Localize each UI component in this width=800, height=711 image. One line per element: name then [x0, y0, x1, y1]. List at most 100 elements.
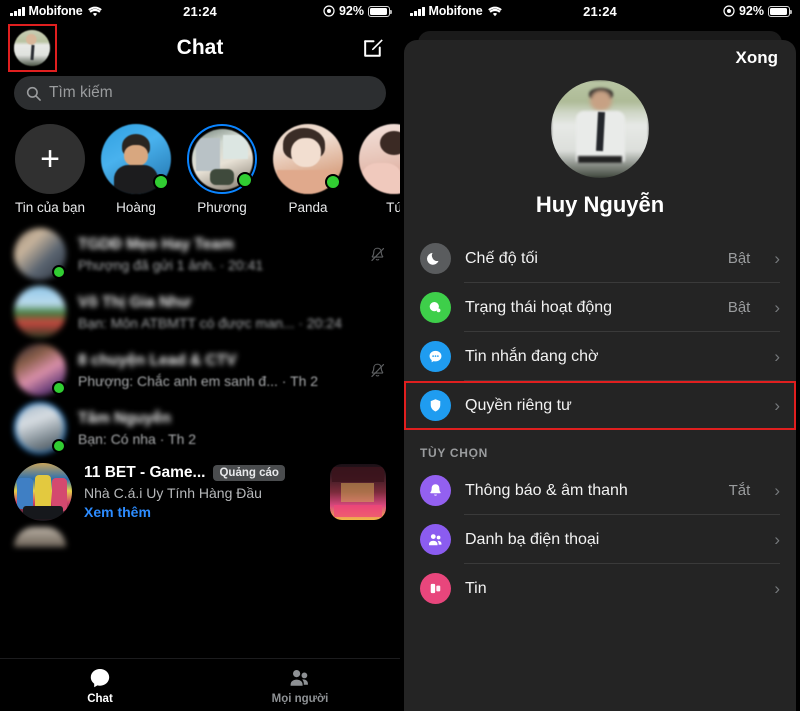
stories-icon: [420, 573, 451, 604]
location-indicator-icon: [723, 5, 735, 17]
dual-screenshot: Mobifone 21:24 92% Chat Tìm kiếm + Tin c…: [0, 0, 800, 711]
status-bar-left: Mobifone 21:24 92%: [0, 0, 400, 22]
story-item-1[interactable]: Hoàng: [100, 124, 172, 215]
online-badge: [237, 172, 253, 188]
signal-bars-icon: [10, 6, 25, 16]
story-label: Panda: [288, 200, 328, 215]
chat-name: TGDĐ Mẹo Hay Team: [78, 235, 234, 253]
status-bar-left-group: Mobifone: [410, 4, 503, 18]
sponsored-ad-row[interactable]: 11 BET - Game... Quảng cáo Nhà C.á.i Uy …: [0, 457, 400, 527]
ad-title-line: 11 BET - Game... Quảng cáo: [84, 464, 318, 482]
online-badge: [52, 265, 66, 279]
profile-name: Huy Nguyễn: [535, 192, 665, 217]
avatar[interactable]: [551, 80, 649, 178]
settings-row-stories[interactable]: Tin ›: [404, 564, 796, 613]
location-indicator-icon: [323, 5, 335, 17]
chevron-right-icon: ›: [774, 395, 780, 415]
settings-label: Thông báo & âm thanh: [465, 481, 628, 499]
profile-section: Huy Nguyễn: [404, 76, 796, 218]
status-bar-left-group: Mobifone: [10, 4, 103, 18]
chat-snippet: Phượng đã gửi 1 ảnh. · 20:41: [78, 256, 264, 273]
story-ring: [273, 124, 343, 194]
settings-value: Tắt: [728, 482, 751, 499]
story-ring-unseen: [187, 124, 257, 194]
chat-snippet: Phượng: Chắc anh em sanh đ... · Th 2: [78, 372, 319, 389]
battery-icon: [368, 5, 392, 17]
compose-icon[interactable]: [361, 36, 386, 61]
settings-row-privacy[interactable]: Quyền riêng tư ›: [404, 381, 796, 430]
settings-row-message-requests[interactable]: Tin nhắn đang chờ ›: [404, 332, 796, 381]
active-status-icon: [420, 292, 451, 323]
right-phone-screen: Mobifone 21:24 92% Xong Huy Nguyễn Chế đ…: [400, 0, 800, 711]
shield-icon: [420, 390, 451, 421]
bottom-tab-bar[interactable]: Chat Mọi người: [0, 658, 400, 711]
search-input[interactable]: Tìm kiếm: [14, 76, 386, 110]
avatar-highlight-box: [8, 24, 57, 72]
table-row[interactable]: TGDĐ Mẹo Hay Team Phượng đã gửi 1 ảnh. ·…: [0, 225, 400, 283]
settings-label: Tin nhắn đang chờ: [465, 347, 599, 365]
story-item-4[interactable]: Tú: [358, 124, 400, 215]
settings-row-active-status[interactable]: Trạng thái hoạt động Bật ›: [404, 283, 796, 332]
message-request-icon: [420, 341, 451, 372]
chat-list[interactable]: TGDĐ Mẹo Hay Team Phượng đã gửi 1 ảnh. ·…: [0, 221, 400, 547]
ad-learn-more-link[interactable]: Xem thêm: [84, 504, 318, 520]
table-row[interactable]: Võ Thị Gia Như Bạn: Môn ATBMTT có được m…: [0, 283, 400, 341]
chevron-right-icon: ›: [774, 346, 780, 366]
settings-row-notifications[interactable]: Thông báo & âm thanh Tắt ›: [404, 466, 796, 515]
story-item-your-story[interactable]: + Tin của bạn: [14, 124, 86, 215]
settings-value: Bật: [727, 250, 751, 267]
chevron-right-icon: ›: [774, 529, 780, 549]
table-row[interactable]: Tâm Nguyễn Bạn: Có nha · Th 2: [0, 399, 400, 457]
contacts-icon: [420, 524, 451, 555]
settings-row-dark-mode[interactable]: Chế độ tối Bật ›: [404, 234, 796, 283]
row-text: Võ Thị Gia Như Bạn: Môn ATBMTT có được m…: [78, 294, 386, 331]
row-text: Tâm Nguyễn Bạn: Có nha · Th 2: [78, 410, 386, 447]
page-title: Chat: [176, 36, 224, 59]
chat-name: 8 chuyện Lead & CTV: [78, 351, 237, 369]
story-ring: +: [15, 124, 85, 194]
done-button[interactable]: Xong: [736, 48, 779, 68]
list-item-partial: [0, 527, 400, 547]
avatar: [14, 402, 66, 454]
section-header-options: TÙY CHỌN: [420, 446, 489, 460]
chevron-right-icon: ›: [774, 297, 780, 317]
chat-snippet: Bạn: Có nha · Th 2: [78, 430, 197, 447]
story-ring: [101, 124, 171, 194]
story-label: Phương: [197, 200, 247, 215]
chevron-right-icon: ›: [774, 480, 780, 500]
people-icon: [288, 666, 312, 690]
ad-avatar: [14, 463, 72, 521]
settings-row-phone-contacts[interactable]: Danh bạ điện thoại ›: [404, 515, 796, 564]
carrier-label: Mobifone: [28, 4, 83, 18]
avatar: [14, 344, 66, 396]
story-label: Tin của bạn: [14, 200, 86, 215]
battery-percent-label: 92%: [338, 4, 364, 18]
tab-chat[interactable]: Chat: [0, 659, 200, 711]
settings-label: Trạng thái hoạt động: [465, 298, 613, 316]
carrier-label: Mobifone: [428, 4, 483, 18]
status-bar-right: Mobifone 21:24 92%: [400, 0, 800, 22]
ad-thumbnail[interactable]: [330, 464, 386, 520]
left-phone-screen: Mobifone 21:24 92% Chat Tìm kiếm + Tin c…: [0, 0, 400, 711]
avatar: [14, 228, 66, 280]
story-ring: [359, 124, 400, 194]
wifi-icon: [88, 6, 103, 17]
ad-title: 11 BET - Game...: [84, 464, 206, 481]
status-badge: Quảng cáo: [213, 465, 285, 481]
story-item-2[interactable]: Phương: [186, 124, 258, 215]
search-icon: [26, 86, 41, 101]
ad-subtitle: Nhà C.á.i Uy Tính Hàng Đầu: [84, 485, 262, 501]
stories-row[interactable]: + Tin của bạn Hoàng Phương Panda Tú: [0, 110, 400, 221]
battery-percent-label: 92%: [738, 4, 764, 18]
status-bar-right-group: 92%: [723, 4, 792, 18]
sheet-header: Xong: [404, 40, 796, 76]
chat-snippet: Bạn: Môn ATBMTT có được man... · 20:24: [78, 314, 342, 331]
mute-bell-icon: [369, 246, 386, 263]
tab-label: Chat: [87, 692, 113, 705]
story-avatar: [359, 124, 400, 194]
settings-list[interactable]: Chế độ tối Bật › Trạng thái hoạt động Bậ…: [404, 234, 796, 613]
tab-people[interactable]: Mọi người: [200, 659, 400, 711]
settings-label: Chế độ tối: [465, 249, 538, 267]
table-row[interactable]: 8 chuyện Lead & CTV Phượng: Chắc anh em …: [0, 341, 400, 399]
story-item-3[interactable]: Panda: [272, 124, 344, 215]
